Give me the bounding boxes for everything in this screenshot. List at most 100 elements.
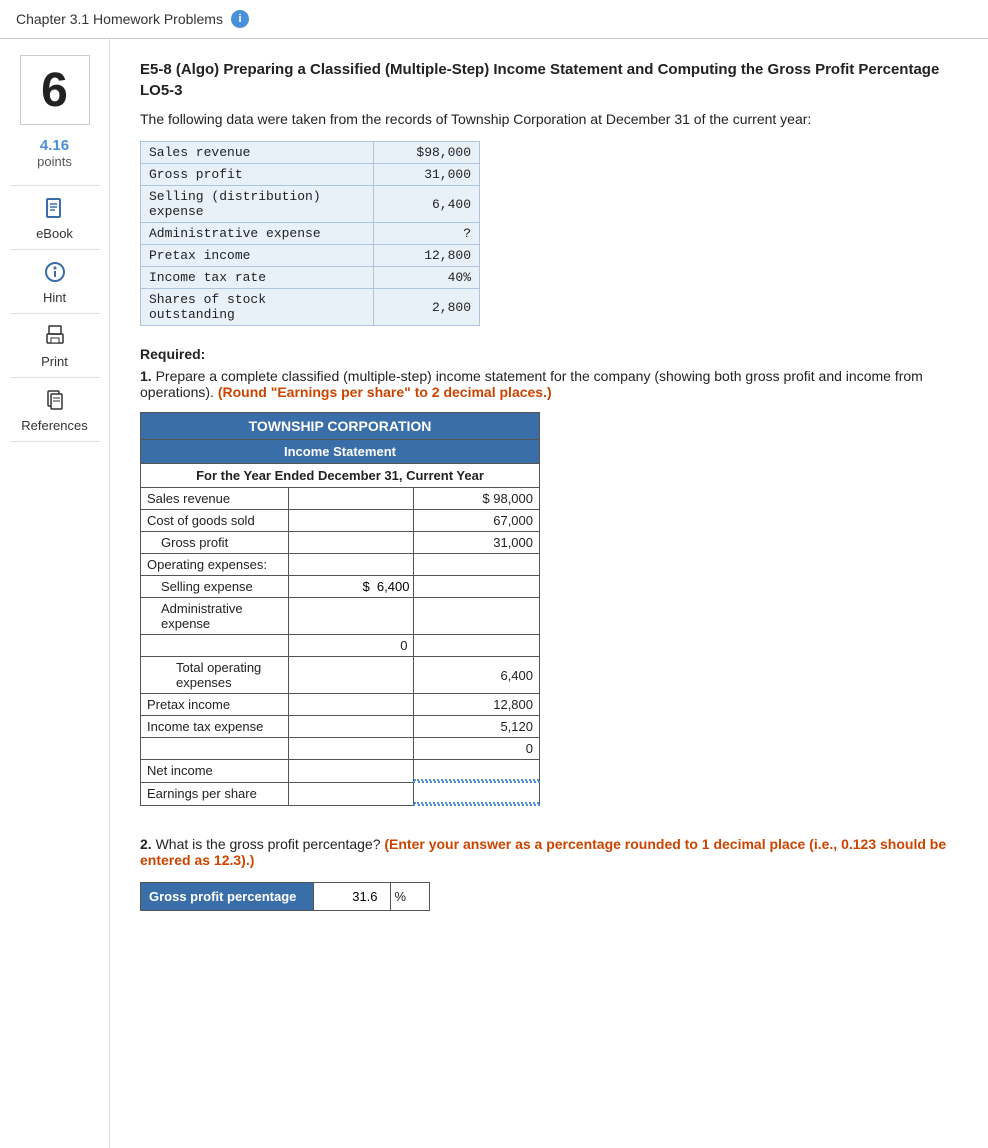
value-cell: 40%	[374, 267, 480, 289]
amount-col2	[414, 598, 540, 635]
row-label: Sales revenue	[141, 488, 289, 510]
value-cell: 6,400	[374, 186, 480, 223]
amount-col2: $ 98,000	[414, 488, 540, 510]
gp-table-wrapper: Gross profit percentage %	[140, 882, 958, 911]
amount-col1	[288, 510, 414, 532]
row-label: Cost of goods sold	[141, 510, 289, 532]
part1-highlight: (Round "Earnings per share" to 2 decimal…	[218, 384, 552, 400]
content-area: E5-8 (Algo) Preparing a Classified (Mult…	[110, 39, 988, 1148]
admin-expense-col1[interactable]	[288, 598, 414, 635]
table-row: Selling expense	[141, 576, 540, 598]
row-label: Gross profit	[141, 532, 289, 554]
table-row: Selling (distribution)expense 6,400	[141, 186, 480, 223]
table-row: Gross profit percentage %	[141, 883, 430, 911]
table-row: 0	[141, 635, 540, 657]
page-title: Chapter 3.1 Homework Problems	[16, 11, 223, 27]
label-cell: Shares of stockoutstanding	[141, 289, 374, 326]
value-cell: ?	[374, 223, 480, 245]
amount-col1	[288, 532, 414, 554]
print-button[interactable]: Print	[10, 313, 100, 377]
income-statement-wrapper: TOWNSHIP CORPORATION Income Statement Fo…	[140, 412, 958, 806]
admin-expense-input[interactable]	[289, 607, 414, 626]
row-label	[141, 635, 289, 657]
gp-unit: %	[390, 883, 429, 911]
problem-title: E5-8 (Algo) Preparing a Classified (Mult…	[140, 59, 958, 101]
label-cell: Sales revenue	[141, 142, 374, 164]
label-cell: Administrative expense	[141, 223, 374, 245]
eps-input[interactable]	[414, 783, 539, 804]
income-statement-table: TOWNSHIP CORPORATION Income Statement Fo…	[140, 412, 540, 806]
table-row: Sales revenue $98,000	[141, 142, 480, 164]
gross-profit-table: Gross profit percentage %	[140, 882, 430, 911]
row-label	[141, 738, 289, 760]
hint-button[interactable]: Hint	[10, 249, 100, 313]
amount-col2	[414, 635, 540, 657]
sidebar: 6 4.16 points eBook Hi	[0, 39, 110, 1148]
amount-col1	[288, 488, 414, 510]
gp-input-cell[interactable]	[313, 883, 390, 911]
row-label: Administrative expense	[141, 598, 289, 635]
table-row: Total operating expenses 6,400	[141, 657, 540, 694]
row-label: Net income	[141, 760, 289, 783]
problem-description: The following data were taken from the r…	[140, 111, 958, 127]
eps-input-cell[interactable]	[414, 782, 540, 805]
references-icon	[41, 386, 69, 414]
amount-col1	[288, 782, 414, 805]
net-income-input-cell[interactable]	[414, 760, 540, 783]
amount-col1	[288, 657, 414, 694]
required-label: Required:	[140, 346, 958, 362]
label-cell: Pretax income	[141, 245, 374, 267]
row-label: Selling expense	[141, 576, 289, 598]
row-label: Earnings per share	[141, 782, 289, 805]
net-income-input[interactable]	[414, 760, 539, 781]
info-icon[interactable]: i	[231, 10, 249, 28]
data-table: Sales revenue $98,000 Gross profit 31,00…	[140, 141, 480, 326]
table-row: Income tax expense 5,120	[141, 716, 540, 738]
amount-col1	[288, 694, 414, 716]
print-icon	[41, 322, 69, 350]
selling-expense-input[interactable]	[289, 577, 414, 596]
value-cell: 12,800	[374, 245, 480, 267]
table-row: Shares of stockoutstanding 2,800	[141, 289, 480, 326]
part2-instruction: 2. What is the gross profit percentage? …	[140, 836, 958, 868]
hint-label: Hint	[43, 290, 66, 305]
amount-col1	[288, 738, 414, 760]
part1-instruction: 1. Prepare a complete classified (multip…	[140, 368, 958, 400]
table-row: Gross profit 31,000	[141, 532, 540, 554]
value-cell: $98,000	[374, 142, 480, 164]
label-cell: Gross profit	[141, 164, 374, 186]
value-cell: 2,800	[374, 289, 480, 326]
points-value: 4.16	[40, 137, 69, 154]
gp-input[interactable]	[322, 887, 382, 906]
value-cell: 31,000	[374, 164, 480, 186]
amount-col2: 5,120	[414, 716, 540, 738]
ebook-icon	[41, 194, 69, 222]
period-header: For the Year Ended December 31, Current …	[141, 464, 540, 488]
main-layout: 6 4.16 points eBook Hi	[0, 39, 988, 1148]
table-row: Income tax rate 40%	[141, 267, 480, 289]
references-button[interactable]: References	[10, 377, 100, 442]
print-label: Print	[41, 354, 68, 369]
ebook-button[interactable]: eBook	[10, 185, 100, 249]
label-cell: Income tax rate	[141, 267, 374, 289]
problem-number: 6	[20, 55, 90, 125]
top-bar: Chapter 3.1 Homework Problems i	[0, 0, 988, 39]
table-row: Pretax income 12,800	[141, 694, 540, 716]
table-row: Operating expenses:	[141, 554, 540, 576]
points-label: points	[37, 154, 72, 169]
row-label: Income tax expense	[141, 716, 289, 738]
amount-col1	[288, 760, 414, 783]
row-label: Total operating expenses	[141, 657, 289, 694]
row-label: Operating expenses:	[141, 554, 289, 576]
company-header: TOWNSHIP CORPORATION	[141, 413, 540, 440]
gp-label: Gross profit percentage	[141, 883, 314, 911]
selling-expense-col1[interactable]	[288, 576, 414, 598]
amount-col2: 67,000	[414, 510, 540, 532]
table-row: Earnings per share	[141, 782, 540, 805]
label-cell: Selling (distribution)expense	[141, 186, 374, 223]
table-row: Administrative expense	[141, 598, 540, 635]
amount-col1	[288, 554, 414, 576]
references-label: References	[21, 418, 87, 433]
subtitle-header: Income Statement	[141, 440, 540, 464]
amount-col2: 12,800	[414, 694, 540, 716]
